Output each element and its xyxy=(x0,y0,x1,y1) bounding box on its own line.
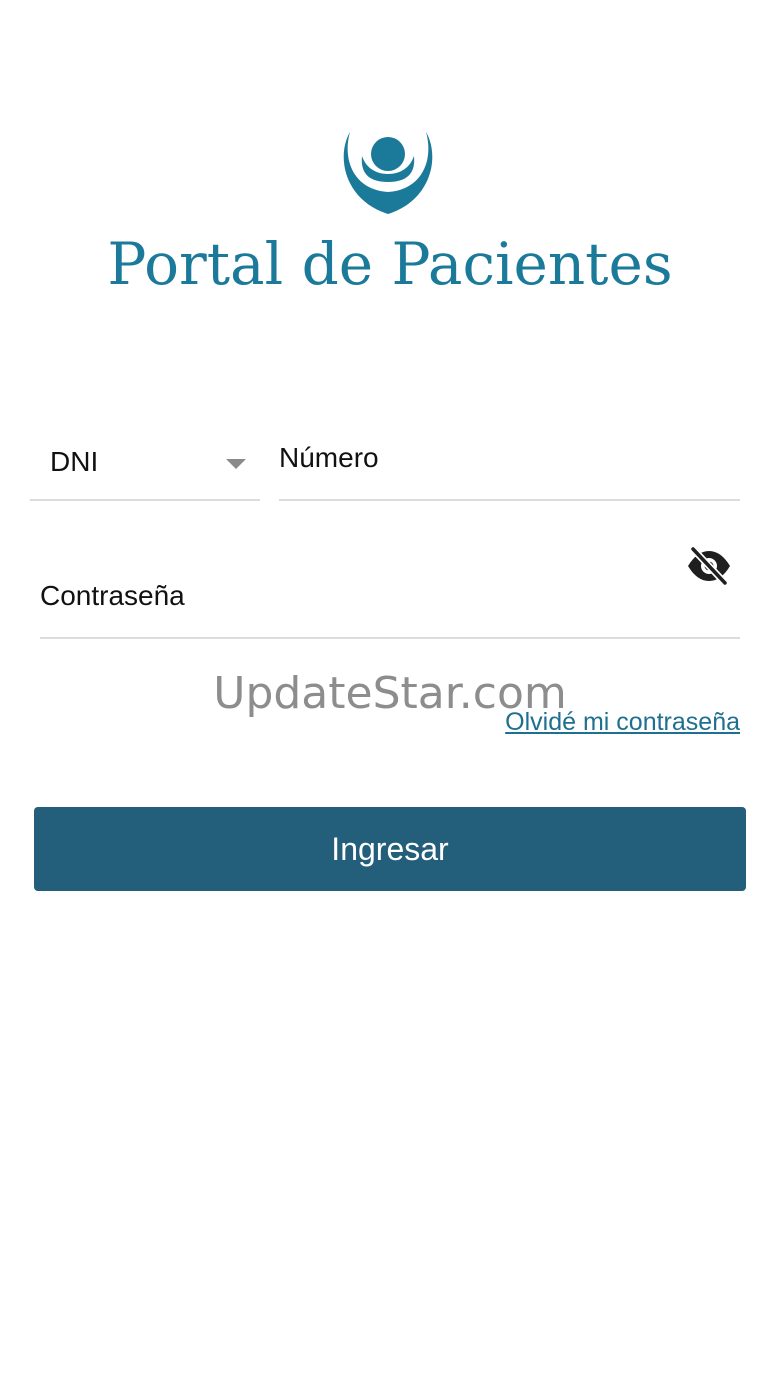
password-placeholder: Contraseña xyxy=(40,580,185,611)
eye-off-icon[interactable] xyxy=(686,546,732,586)
document-number-input[interactable]: Número xyxy=(279,430,740,501)
password-input[interactable]: Contraseña xyxy=(40,540,740,639)
login-button[interactable]: Ingresar xyxy=(34,807,746,891)
forgot-password-link[interactable]: Olvidé mi contraseña xyxy=(505,708,740,737)
app-title: Portal de Pacientes xyxy=(107,230,673,298)
document-type-value: DNI xyxy=(50,446,99,477)
document-number-placeholder: Número xyxy=(279,442,379,473)
patient-portal-logo xyxy=(343,132,433,214)
chevron-down-icon[interactable] xyxy=(226,459,246,469)
document-type-select[interactable]: DNI xyxy=(30,430,260,501)
